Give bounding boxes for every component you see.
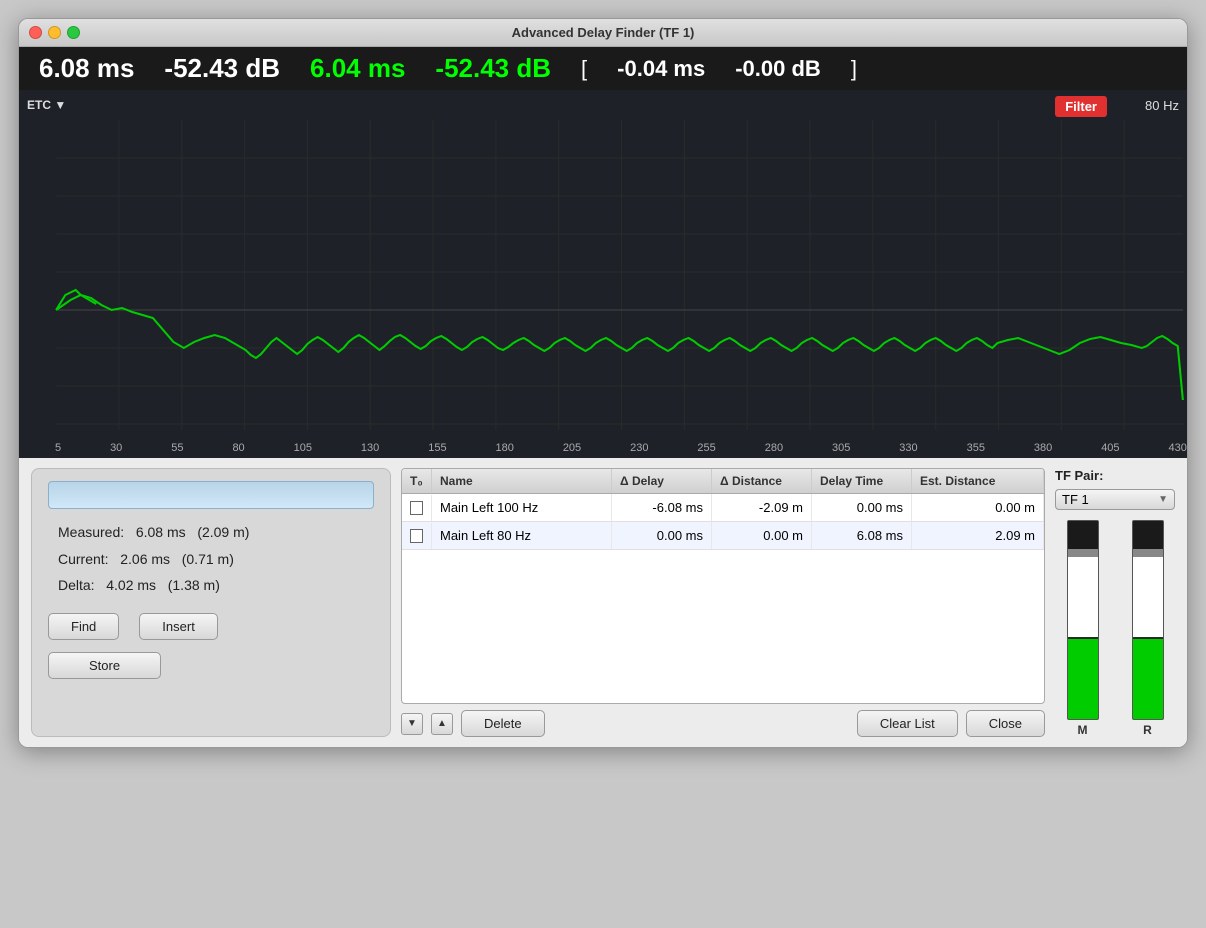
bracket-open: [	[581, 56, 587, 82]
measured-label: Measured:	[58, 524, 124, 540]
window-title: Advanced Delay Finder (TF 1)	[512, 25, 695, 40]
row1-name: Main Left 100 Hz	[432, 494, 612, 521]
measured-line: Measured: 6.08 ms (2.09 m)	[58, 519, 374, 546]
move-down-button[interactable]: ▼	[401, 713, 423, 735]
db2-value: -52.43 dB	[435, 53, 551, 84]
delete-button[interactable]: Delete	[461, 710, 545, 737]
row1-delta-delay: -6.08 ms	[612, 494, 712, 521]
meter-m: M	[1055, 520, 1110, 737]
tf-pair-label: TF Pair:	[1055, 468, 1103, 483]
th-delta-distance: Δ Distance	[712, 469, 812, 493]
row1-delta-dist: -2.09 m	[712, 494, 812, 521]
current-label: Current:	[58, 551, 109, 567]
info-lines: Measured: 6.08 ms (2.09 m) Current: 2.06…	[48, 519, 374, 599]
row2-delta-dist: 0.00 m	[712, 522, 812, 549]
meter-r: R	[1120, 520, 1175, 737]
insert-button[interactable]: Insert	[139, 613, 218, 640]
row2-checkbox[interactable]	[410, 529, 423, 543]
chevron-down-icon: ▼	[1158, 494, 1168, 505]
delta-line: Delta: 4.02 ms (1.38 m)	[58, 572, 374, 599]
th-delay-time: Delay Time	[812, 469, 912, 493]
table-container: T₀ Name Δ Delay Δ Distance Delay Time Es…	[401, 468, 1045, 704]
delta-value: 4.02 ms	[106, 577, 156, 593]
current-paren: (0.71 m)	[182, 551, 234, 567]
meter-m-label: M	[1078, 723, 1088, 737]
row2-checkbox-cell[interactable]	[402, 523, 432, 549]
titlebar: Advanced Delay Finder (TF 1)	[19, 19, 1187, 47]
bracket-close: ]	[851, 56, 857, 82]
metrics-bar: 6.08 ms -52.43 dB 6.04 ms -52.43 dB [ -0…	[19, 47, 1187, 90]
db1-value: -52.43 dB	[164, 53, 280, 84]
tf-select-value: TF 1	[1062, 492, 1158, 507]
table-header: T₀ Name Δ Delay Δ Distance Delay Time Es…	[402, 469, 1044, 494]
close-button[interactable]	[29, 26, 42, 39]
delay1-value: 6.08 ms	[39, 53, 134, 84]
meters-row: M R	[1055, 520, 1175, 737]
current-line: Current: 2.06 ms (0.71 m)	[58, 546, 374, 573]
table-row[interactable]: Main Left 100 Hz -6.08 ms -2.09 m 0.00 m…	[402, 494, 1044, 522]
table-row[interactable]: Main Left 80 Hz 0.00 ms 0.00 m 6.08 ms 2…	[402, 522, 1044, 550]
btn-row-store: Store	[48, 652, 374, 679]
tf-select[interactable]: TF 1 ▼	[1055, 489, 1175, 510]
clear-list-button[interactable]: Clear List	[857, 710, 958, 737]
th-to: T₀	[402, 469, 432, 493]
filter-button[interactable]: Filter	[1055, 96, 1107, 117]
th-name: Name	[432, 469, 612, 493]
row2-est-dist: 2.09 m	[912, 522, 1044, 549]
row1-est-dist: 0.00 m	[912, 494, 1044, 521]
chart-hz-label: 80 Hz	[1145, 98, 1179, 113]
row1-checkbox-cell[interactable]	[402, 495, 432, 521]
delta-label: Delta:	[58, 577, 95, 593]
row2-name: Main Left 80 Hz	[432, 522, 612, 549]
row2-delay-time: 6.08 ms	[812, 522, 912, 549]
find-button[interactable]: Find	[48, 613, 119, 640]
measured-value: 6.08 ms	[136, 524, 186, 540]
th-delta-delay: Δ Delay	[612, 469, 712, 493]
move-up-button[interactable]: ▲	[431, 713, 453, 735]
minimize-button[interactable]	[48, 26, 61, 39]
measured-paren: (2.09 m)	[197, 524, 249, 540]
th-est-distance: Est. Distance	[912, 469, 1044, 493]
delta-db-value: -0.00 dB	[735, 56, 821, 82]
meter-r-label: R	[1143, 723, 1152, 737]
traffic-lights	[29, 26, 80, 39]
delta-delay-value: -0.04 ms	[617, 56, 705, 82]
chart-svg	[19, 90, 1187, 458]
delay2-value: 6.04 ms	[310, 53, 405, 84]
maximize-button[interactable]	[67, 26, 80, 39]
meter-r-bar	[1132, 520, 1164, 720]
bottom-section: Measured: 6.08 ms (2.09 m) Current: 2.06…	[19, 458, 1187, 747]
meter-m-bar	[1067, 520, 1099, 720]
name-input[interactable]	[48, 481, 374, 509]
current-value: 2.06 ms	[120, 551, 170, 567]
chart-etc-label: ETC ▼	[27, 98, 66, 112]
close-button-table[interactable]: Close	[966, 710, 1045, 737]
row1-delay-time: 0.00 ms	[812, 494, 912, 521]
row1-checkbox[interactable]	[410, 501, 423, 515]
delta-paren: (1.38 m)	[168, 577, 220, 593]
store-button[interactable]: Store	[48, 652, 161, 679]
left-panel: Measured: 6.08 ms (2.09 m) Current: 2.06…	[31, 468, 391, 737]
chart-area: -12 -24 -36 -48 -60 -72 -84 -96	[19, 90, 1187, 458]
right-panel: TF Pair: TF 1 ▼ M	[1055, 468, 1175, 737]
btn-row-find-insert: Find Insert	[48, 613, 374, 640]
middle-panel: T₀ Name Δ Delay Δ Distance Delay Time Es…	[401, 468, 1045, 737]
main-window: Advanced Delay Finder (TF 1) 6.08 ms -52…	[18, 18, 1188, 748]
table-toolbar: ▼ ▲ Delete Clear List Close	[401, 710, 1045, 737]
row2-delta-delay: 0.00 ms	[612, 522, 712, 549]
